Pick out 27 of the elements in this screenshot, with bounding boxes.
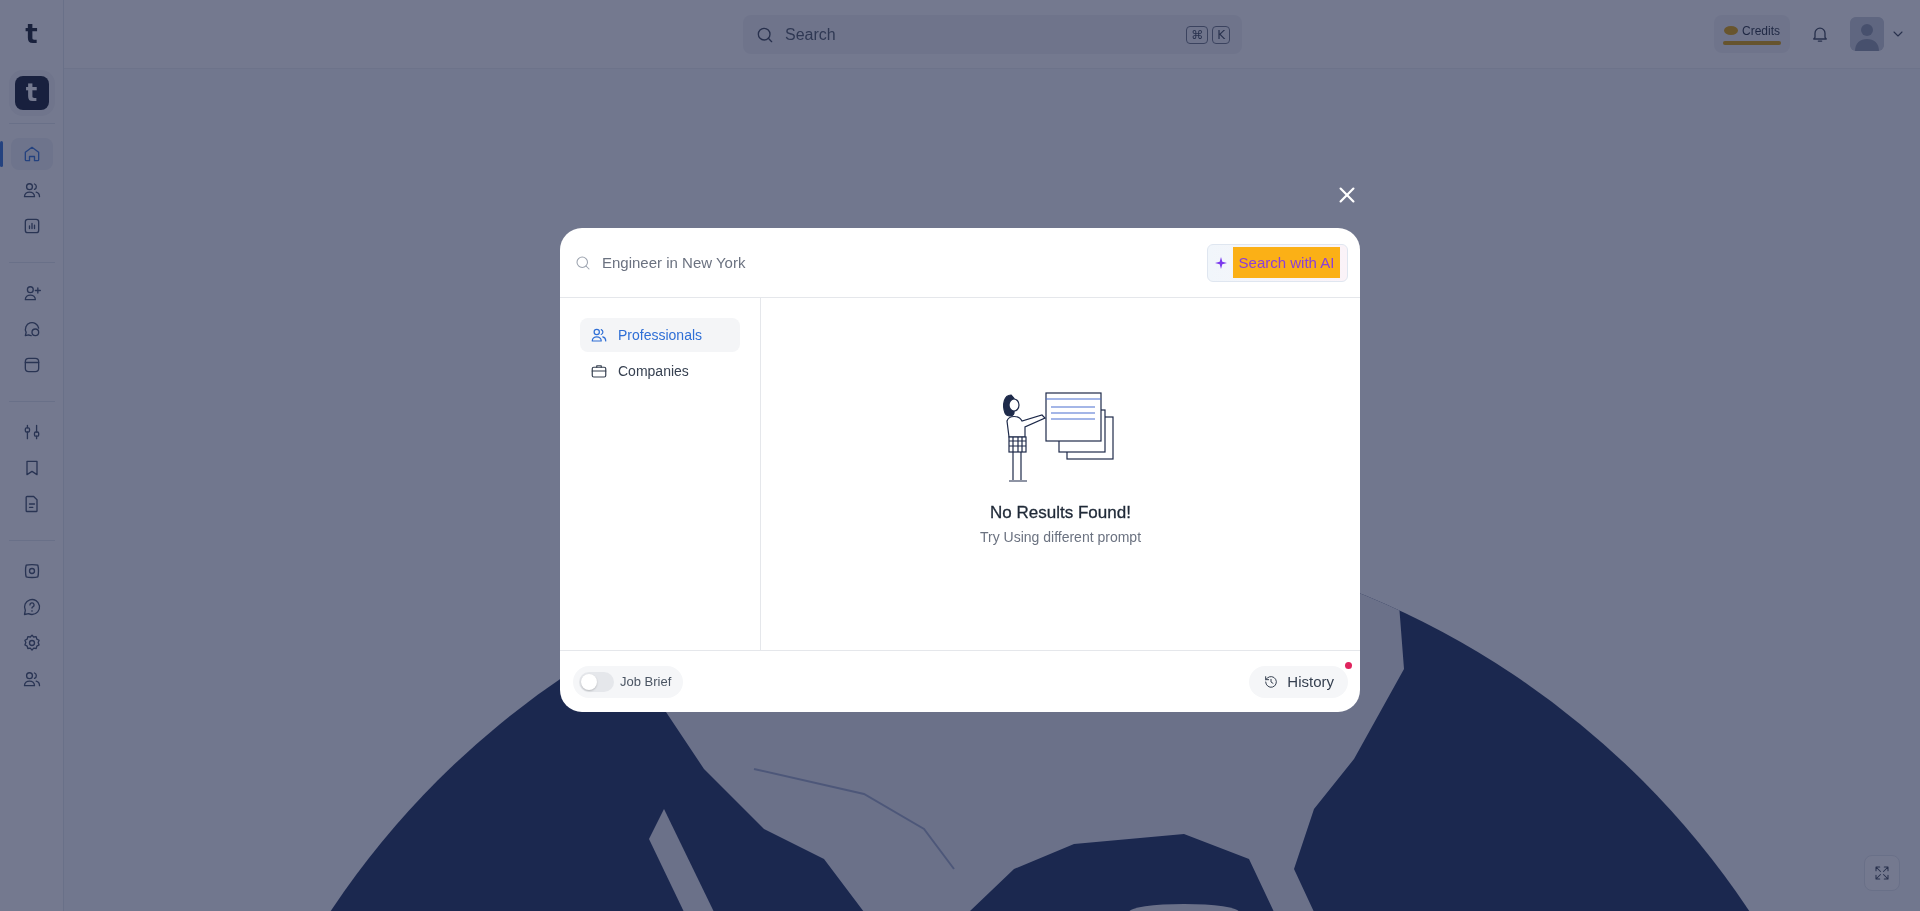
empty-state-message: Try Using different prompt bbox=[979, 529, 1142, 545]
history-icon bbox=[1263, 673, 1280, 690]
briefcase-icon bbox=[590, 362, 608, 380]
close-icon bbox=[1336, 184, 1358, 206]
brand-logo[interactable]: t bbox=[25, 0, 38, 68]
shortcut-key: ⌘ bbox=[1186, 25, 1209, 44]
fullscreen-button[interactable] bbox=[1864, 855, 1900, 891]
close-button[interactable] bbox=[1336, 184, 1358, 206]
search-field[interactable]: Engineer in New York bbox=[600, 253, 1197, 272]
sparkle-icon bbox=[1214, 256, 1227, 269]
toggle-switch[interactable] bbox=[579, 671, 614, 692]
users-icon bbox=[590, 326, 608, 344]
credits-button[interactable]: Credits bbox=[1714, 15, 1790, 53]
search-icon bbox=[574, 253, 592, 272]
category-tab[interactable]: Companies bbox=[580, 354, 740, 388]
settings-icon bbox=[21, 633, 42, 653]
search-with-ai-button[interactable]: Search with AI bbox=[1207, 243, 1348, 282]
empty-state-title: No Results Found! bbox=[990, 503, 1131, 523]
users-icon bbox=[21, 669, 42, 689]
search-field[interactable]: Search ⌘ K bbox=[743, 15, 1242, 54]
category-tab[interactable]: Professionals bbox=[580, 318, 740, 352]
help-icon bbox=[21, 597, 42, 617]
shortcut-key: K bbox=[1212, 25, 1230, 44]
users-icon bbox=[21, 180, 42, 200]
expand-icon bbox=[1873, 864, 1891, 882]
job-brief-toggle[interactable]: Job Brief bbox=[573, 665, 684, 698]
coin-icon bbox=[1724, 26, 1738, 35]
